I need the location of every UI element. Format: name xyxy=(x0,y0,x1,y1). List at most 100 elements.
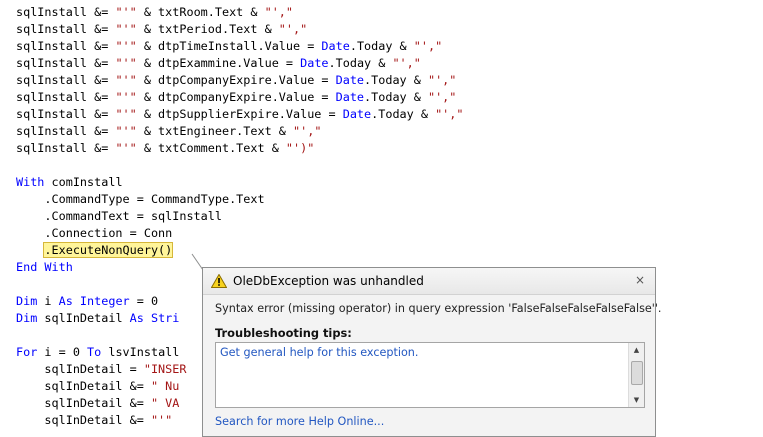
code-token: sqlInstall &= xyxy=(16,56,116,70)
code-token: "'" xyxy=(115,5,137,19)
code-token: Date xyxy=(342,107,372,121)
code-token: "'," xyxy=(427,90,457,104)
warning-icon xyxy=(211,274,227,288)
code-token: "'," xyxy=(278,22,308,36)
scroll-down-icon[interactable]: ▼ xyxy=(629,393,644,407)
code-line: Dim i As Integer = 0 xyxy=(16,293,158,310)
code-token: "'" xyxy=(115,124,137,138)
code-token: & txtPeriod.Text & xyxy=(136,22,279,36)
code-line: sqlInDetail &= "'" xyxy=(16,412,172,429)
tips-scrollbar[interactable]: ▲ ▼ xyxy=(628,343,644,407)
code-token: As Stri xyxy=(129,311,180,325)
code-token: sqlInstall &= xyxy=(16,141,116,155)
code-line: With comInstall xyxy=(16,174,123,191)
code-token: "'," xyxy=(435,107,464,121)
code-token: i xyxy=(37,294,59,308)
code-token: .Today & xyxy=(328,56,393,70)
code-token: "'," xyxy=(413,39,443,53)
code-line: sqlInstall &= "'" & txtEngineer.Text & "… xyxy=(16,123,321,140)
code-token: & dtpSupplierExpire.Value = xyxy=(136,107,343,121)
code-token: End With xyxy=(16,260,73,274)
code-token: & txtEngineer.Text & xyxy=(136,124,294,138)
exception-message: Syntax error (missing operator) in query… xyxy=(215,302,662,315)
code-token: sqlInstall &= xyxy=(16,124,116,138)
code-token: & dtpTimeInstall.Value = xyxy=(136,39,322,53)
code-line: sqlInDetail &= " VA xyxy=(16,395,179,412)
help-online-link[interactable]: Search for more Help Online... xyxy=(215,415,384,428)
code-line: sqlInstall &= "'" & dtpTimeInstall.Value… xyxy=(16,38,442,55)
code-token: sqlInDetail &= xyxy=(16,396,151,410)
code-line: sqlInDetail &= " Nu xyxy=(16,378,179,395)
code-token: sqlInstall &= xyxy=(16,22,116,36)
code-token: Date xyxy=(300,56,329,70)
code-token: sqlInstall &= xyxy=(16,39,116,53)
exception-header: OleDbException was unhandled × xyxy=(203,268,655,295)
current-statement-highlight: .ExecuteNonQuery() xyxy=(43,242,174,258)
code-line: sqlInstall &= "'" & txtRoom.Text & "'," xyxy=(16,4,293,21)
code-line: .CommandType = CommandType.Text xyxy=(16,191,265,208)
code-token: To xyxy=(87,345,102,359)
code-token: .CommandType = CommandType.Text xyxy=(16,192,265,206)
scroll-thumb[interactable] xyxy=(631,361,643,385)
code-token: "'" xyxy=(115,73,137,87)
code-line: sqlInstall &= "'" & dtpCompanyExpire.Val… xyxy=(16,89,456,106)
code-token: Date xyxy=(321,39,350,53)
code-token: sqlInDetail &= xyxy=(16,413,151,427)
code-token: "'," xyxy=(293,124,322,138)
code-token: "'" xyxy=(115,22,137,36)
scroll-up-icon[interactable]: ▲ xyxy=(629,343,644,357)
code-token: " VA xyxy=(150,396,180,410)
code-token: .Today & xyxy=(364,90,428,104)
code-token: sqlInstall &= xyxy=(16,73,116,87)
code-token: sqlInDetail xyxy=(37,311,130,325)
code-token: Dim xyxy=(16,311,38,325)
code-token: "'," xyxy=(392,56,421,70)
troubleshooting-tip-link[interactable]: Get general help for this exception. xyxy=(220,346,418,359)
code-token: sqlInstall &= xyxy=(16,107,116,121)
code-token: "'," xyxy=(264,5,294,19)
code-line: sqlInstall &= "'" & txtComment.Text & "'… xyxy=(16,140,314,157)
code-token: lsvInstall xyxy=(101,345,180,359)
code-line: For i = 0 To lsvInstall xyxy=(16,344,179,361)
code-token: i = 0 xyxy=(37,345,88,359)
close-icon[interactable]: × xyxy=(633,273,647,287)
exception-title: OleDbException was unhandled xyxy=(233,274,424,288)
code-token: With xyxy=(16,175,45,189)
code-token: "'" xyxy=(115,56,137,70)
code-token: comInstall xyxy=(44,175,123,189)
code-token: "'" xyxy=(115,90,137,104)
troubleshooting-heading: Troubleshooting tips: xyxy=(215,326,352,340)
code-line: .Connection = Conn xyxy=(16,225,172,242)
exception-helper: OleDbException was unhandled × Syntax er… xyxy=(202,267,662,437)
code-token: = 0 xyxy=(129,294,159,308)
code-line: sqlInstall &= "'" & txtPeriod.Text & "',… xyxy=(16,21,307,38)
code-token: sqlInstall &= xyxy=(16,90,116,104)
troubleshooting-list: Get general help for this exception. ▲ ▼ xyxy=(215,342,645,408)
code-token: As Integer xyxy=(58,294,130,308)
code-line: sqlInstall &= "'" & dtpExammine.Value = … xyxy=(16,55,421,72)
code-line: .CommandText = sqlInstall xyxy=(16,208,222,225)
code-token: Date xyxy=(335,73,365,87)
code-token: .Today & xyxy=(371,107,436,121)
code-token: "')" xyxy=(285,141,315,155)
code-token: sqlInstall &= xyxy=(16,5,116,19)
code-token: & txtComment.Text & xyxy=(136,141,286,155)
code-line: .ExecuteNonQuery() xyxy=(16,242,174,259)
code-token: Date xyxy=(335,90,365,104)
code-token: "'" xyxy=(115,141,137,155)
code-token: For xyxy=(16,345,38,359)
code-line: End With xyxy=(16,259,73,276)
code-token: "INSER xyxy=(143,362,187,376)
code-token: .Connection = Conn xyxy=(16,226,173,240)
code-token: & dtpCompanyExpire.Value = xyxy=(136,73,336,87)
code-token: sqlInDetail = xyxy=(16,362,144,376)
code-token: "'" xyxy=(150,413,173,427)
code-line: sqlInstall &= "'" & dtpSupplierExpire.Va… xyxy=(16,106,463,123)
code-token: "'," xyxy=(427,73,457,87)
code-token: .CommandText = sqlInstall xyxy=(16,209,222,223)
code-token: & txtRoom.Text & xyxy=(136,5,265,19)
code-token: .Today & xyxy=(364,73,428,87)
code-token: " Nu xyxy=(150,379,180,393)
code-token: & dtpExammine.Value = xyxy=(136,56,301,70)
